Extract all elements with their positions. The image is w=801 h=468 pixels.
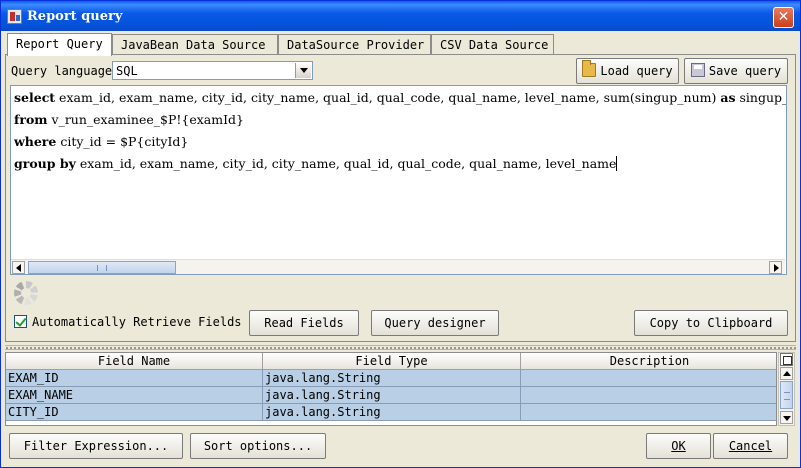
editor-horizontal-scrollbar[interactable] xyxy=(11,259,785,274)
cancel-button[interactable]: Cancel xyxy=(713,433,788,459)
table-row[interactable]: EXAM_NAME java.lang.String xyxy=(6,387,776,404)
column-header-description[interactable]: Description xyxy=(521,353,776,370)
split-pane-divider[interactable] xyxy=(5,345,796,350)
scrollbar-thumb[interactable] xyxy=(28,261,176,274)
query-line-1: select exam_id, exam_name, city_id, city… xyxy=(14,90,786,105)
description-cell[interactable] xyxy=(521,387,776,404)
scroll-up-icon[interactable] xyxy=(780,367,793,380)
query-language-value: SQL xyxy=(116,64,138,78)
description-cell[interactable] xyxy=(521,370,776,387)
tab-javabean-data-source[interactable]: JavaBean Data Source xyxy=(112,34,278,55)
load-query-label: Load query xyxy=(600,64,673,78)
load-query-button[interactable]: Load query xyxy=(576,58,679,84)
column-header-field-name[interactable]: Field Name xyxy=(6,353,263,370)
tab-csv-data-source[interactable]: CSV Data Source xyxy=(431,34,554,55)
query-line-3: where city_id = $P{cityId} xyxy=(14,134,188,149)
ok-button[interactable]: OK xyxy=(646,433,711,459)
cancel-label: Cancel xyxy=(728,439,773,453)
sql-keyword: where xyxy=(14,134,57,149)
column-selector-icon[interactable] xyxy=(780,353,793,366)
close-button[interactable]: ✕ xyxy=(773,7,794,28)
auto-retrieve-checkbox[interactable] xyxy=(14,315,27,328)
save-disk-icon xyxy=(690,63,705,77)
sql-text: v_run_examinee_$P!{examId} xyxy=(47,112,244,127)
table-row[interactable]: EXAM_ID java.lang.String xyxy=(6,370,776,387)
query-line-2: from v_run_examinee_$P!{examId} xyxy=(14,112,244,127)
field-type-cell[interactable]: java.lang.String xyxy=(263,404,521,421)
sql-keyword: group by xyxy=(14,156,76,171)
scroll-left-icon[interactable] xyxy=(12,261,25,274)
field-name-cell[interactable]: EXAM_ID xyxy=(6,370,263,387)
filter-expression-button[interactable]: Filter Expression... xyxy=(9,433,183,459)
save-query-label: Save query xyxy=(708,64,782,78)
tab-report-query[interactable]: Report Query xyxy=(7,33,112,56)
table-header: Field Name Field Type Description xyxy=(6,353,776,370)
query-language-label: Query language xyxy=(11,64,113,78)
copy-to-clipboard-button[interactable]: Copy to Clipboard xyxy=(634,310,788,336)
chevron-down-icon[interactable] xyxy=(295,63,311,78)
column-header-field-type[interactable]: Field Type xyxy=(263,353,521,370)
scrollbar-thumb[interactable] xyxy=(780,381,793,409)
sql-text: singup_n xyxy=(739,90,786,105)
ok-label: OK xyxy=(671,439,686,453)
sql-keyword: from xyxy=(14,112,48,127)
field-type-cell[interactable]: java.lang.String xyxy=(263,387,521,404)
text-caret xyxy=(616,156,618,171)
query-line-4: group by exam_id, exam_name, city_id, ci… xyxy=(14,156,618,171)
save-query-button[interactable]: Save query xyxy=(684,58,788,84)
sql-keyword: as xyxy=(720,90,736,105)
table-vertical-scrollbar[interactable] xyxy=(778,352,795,426)
sql-text: exam_id, exam_name, city_id, city_name, … xyxy=(55,90,721,105)
title-bar[interactable]: Report query ✕ xyxy=(1,1,800,31)
read-fields-button[interactable]: Read Fields xyxy=(249,310,359,336)
scroll-down-icon[interactable] xyxy=(780,411,793,424)
sql-text: exam_id, exam_name, city_id, city_name, … xyxy=(75,156,617,171)
field-name-cell[interactable]: CITY_ID xyxy=(6,404,263,421)
spinner-icon xyxy=(14,281,38,305)
window-title: Report query xyxy=(27,9,123,24)
table-row[interactable]: CITY_ID java.lang.String xyxy=(6,404,776,421)
query-editor[interactable]: select exam_id, exam_name, city_id, city… xyxy=(10,85,787,275)
sort-options-button[interactable]: Sort options... xyxy=(190,433,326,459)
sql-text: city_id = $P{cityId} xyxy=(56,134,189,149)
description-cell[interactable] xyxy=(521,404,776,421)
sql-keyword: select xyxy=(14,90,56,105)
report-icon xyxy=(7,9,22,24)
query-language-select[interactable]: SQL xyxy=(112,61,313,80)
auto-retrieve-label: Automatically Retrieve Fields xyxy=(32,315,242,329)
fields-table[interactable]: Field Name Field Type Description EXAM_I… xyxy=(5,352,777,426)
query-designer-button[interactable]: Query designer xyxy=(371,310,499,336)
field-type-cell[interactable]: java.lang.String xyxy=(263,370,521,387)
tab-datasource-provider[interactable]: DataSource Provider xyxy=(278,34,431,55)
report-query-dialog: Report query ✕ Report Query JavaBean Dat… xyxy=(0,0,801,468)
scroll-right-icon[interactable] xyxy=(769,261,782,274)
folder-open-icon xyxy=(582,60,597,77)
field-name-cell[interactable]: EXAM_NAME xyxy=(6,387,263,404)
